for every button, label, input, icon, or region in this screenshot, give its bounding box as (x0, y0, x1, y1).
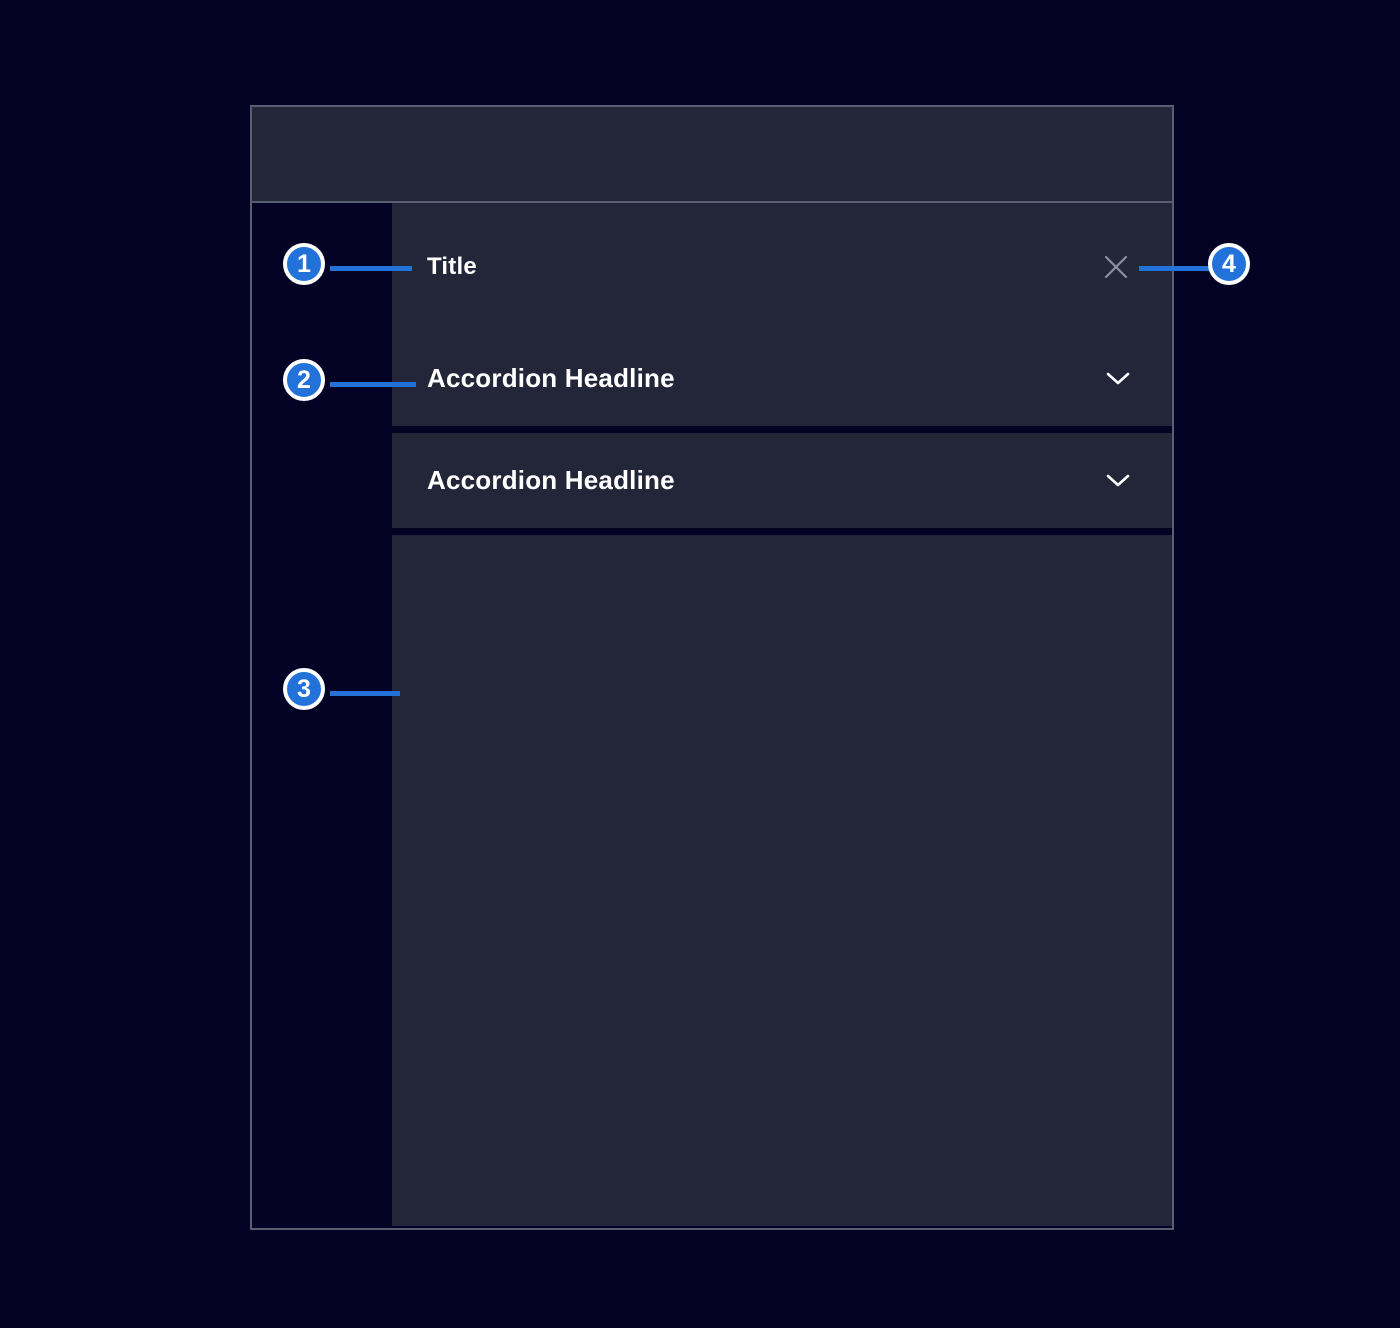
callout-marker-3: 3 (283, 668, 325, 710)
drawer-panel: Title Accordion Headline (392, 203, 1172, 1226)
app-window: Title Accordion Headline (250, 105, 1174, 1230)
accordion-headline: Accordion Headline (427, 363, 675, 394)
drawer-title-row: Title (392, 203, 1172, 331)
callout-marker-1: 1 (283, 243, 325, 285)
callout-line-4 (1139, 266, 1209, 271)
callout-marker-2: 2 (283, 359, 325, 401)
accordion-header-1[interactable]: Accordion Headline (392, 331, 1172, 426)
chevron-down-icon (1106, 474, 1130, 488)
callout-line-3 (330, 691, 400, 696)
callout-line-1 (330, 266, 412, 271)
chevron-down-icon (1106, 372, 1130, 386)
window-body: Title Accordion Headline (252, 203, 1172, 1226)
drawer-content-area (392, 535, 1172, 1226)
accordion-headline: Accordion Headline (427, 465, 675, 496)
accordion-header-2[interactable]: Accordion Headline (392, 433, 1172, 528)
callout-marker-4: 4 (1208, 243, 1250, 285)
figure-canvas: Title Accordion Headline (0, 0, 1400, 1328)
drawer-title: Title (427, 253, 477, 281)
window-header-bar (252, 107, 1172, 203)
close-button[interactable] (1102, 253, 1130, 281)
callout-line-2 (330, 382, 416, 387)
close-icon (1103, 254, 1129, 280)
